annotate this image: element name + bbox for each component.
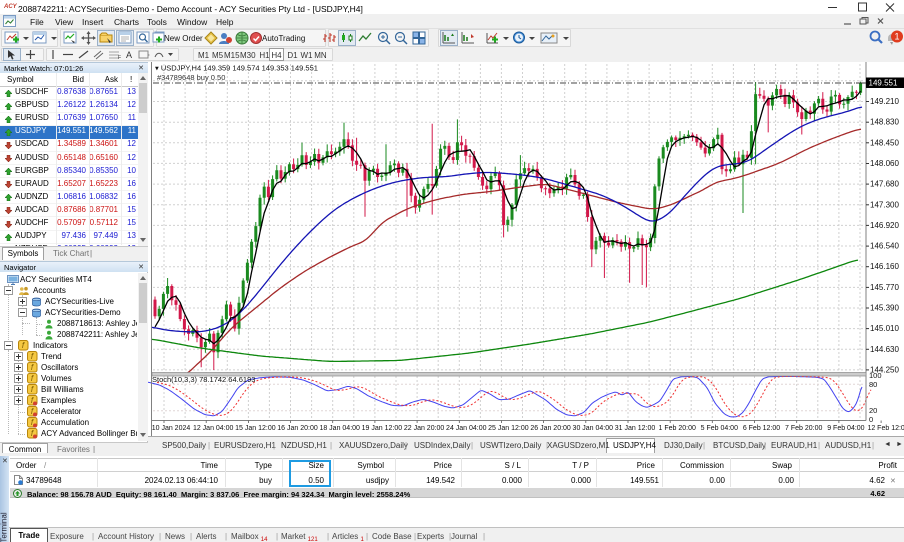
- svg-text:#34789648 buy 0.50: #34789648 buy 0.50: [157, 73, 225, 82]
- svg-text:147.680: 147.680: [870, 180, 899, 189]
- svg-text:149.210: 149.210: [870, 97, 899, 106]
- svg-text:145.770: 145.770: [870, 283, 899, 292]
- svg-text:24 Jan 04:00: 24 Jan 04:00: [446, 425, 487, 432]
- svg-text:19 Jan 12:00: 19 Jan 12:00: [362, 425, 403, 432]
- svg-text:12 Feb 12:00: 12 Feb 12:00: [867, 425, 904, 432]
- svg-text:80: 80: [869, 380, 877, 389]
- svg-text:5 Feb 04:00: 5 Feb 04:00: [701, 425, 738, 432]
- svg-text:6 Feb 12:00: 6 Feb 12:00: [743, 425, 780, 432]
- svg-text:26 Jan 20:00: 26 Jan 20:00: [530, 425, 571, 432]
- svg-text:25 Jan 12:00: 25 Jan 12:00: [488, 425, 529, 432]
- svg-text:1 Feb 20:00: 1 Feb 20:00: [659, 425, 696, 432]
- svg-text:100: 100: [869, 371, 882, 380]
- svg-text:9 Feb 04:00: 9 Feb 04:00: [827, 425, 864, 432]
- svg-text:20: 20: [869, 406, 877, 415]
- svg-text:18 Jan 04:00: 18 Jan 04:00: [319, 425, 360, 432]
- svg-text:22 Jan 20:00: 22 Jan 20:00: [404, 425, 445, 432]
- svg-text:148.450: 148.450: [870, 138, 899, 147]
- svg-text:146.160: 146.160: [870, 262, 899, 271]
- svg-text:30 Jan 04:00: 30 Jan 04:00: [573, 425, 614, 432]
- svg-text:148.830: 148.830: [870, 118, 899, 127]
- svg-text:10 Jan 2024: 10 Jan 2024: [152, 425, 191, 432]
- svg-text:145.390: 145.390: [870, 304, 899, 313]
- svg-text:149.551: 149.551: [869, 79, 898, 88]
- svg-text:16 Jan 20:00: 16 Jan 20:00: [277, 425, 318, 432]
- svg-text:31 Jan 12:00: 31 Jan 12:00: [615, 425, 656, 432]
- svg-text:15 Jan 12:00: 15 Jan 12:00: [235, 425, 276, 432]
- svg-text:144.630: 144.630: [870, 345, 899, 354]
- svg-text:1: 1: [894, 32, 899, 42]
- svg-text:145.010: 145.010: [870, 324, 899, 333]
- svg-text:F: F: [118, 55, 121, 60]
- svg-text:147.300: 147.300: [870, 200, 899, 209]
- svg-text:▾ USDJPY,H4 149.359 149.574 1: ▾ USDJPY,H4 149.359 149.574 149.353 149.…: [155, 64, 318, 73]
- svg-text:0: 0: [869, 415, 873, 424]
- svg-text:148.060: 148.060: [870, 159, 899, 168]
- svg-text:7 Feb 20:00: 7 Feb 20:00: [785, 425, 822, 432]
- svg-text:146.920: 146.920: [870, 221, 899, 230]
- svg-text:12 Jan 04:00: 12 Jan 04:00: [193, 425, 234, 432]
- svg-text:Stoch(10,3,3) 78.1742 64.6193: Stoch(10,3,3) 78.1742 64.6193: [152, 375, 255, 384]
- svg-text:146.540: 146.540: [870, 242, 899, 251]
- svg-text:A: A: [126, 50, 132, 60]
